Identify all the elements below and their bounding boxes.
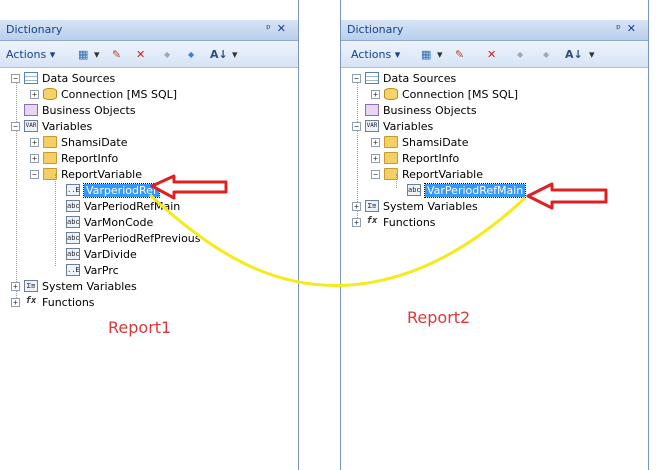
red-arrow-right bbox=[526, 182, 608, 210]
annotation-overlay bbox=[148, 174, 608, 288]
connector-curve bbox=[148, 193, 527, 288]
red-arrow-left bbox=[150, 174, 228, 200]
